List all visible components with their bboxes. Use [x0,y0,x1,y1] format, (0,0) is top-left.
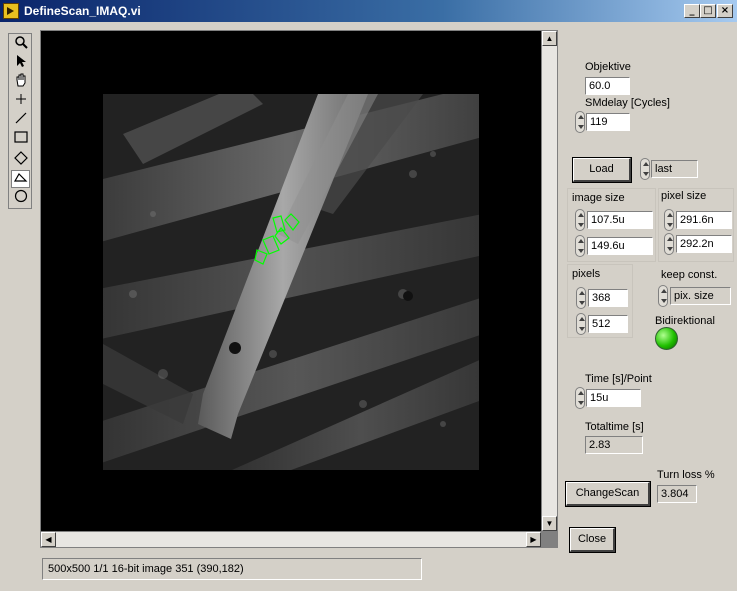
scroll-down-icon[interactable]: ▼ [542,516,557,531]
objektive-field[interactable]: 60.0 [585,77,630,95]
pixel-size-x-spinner-icon[interactable] [664,209,674,231]
image-size-y-field[interactable]: 149.6u [587,237,653,255]
time-spinner-icon[interactable] [575,387,585,409]
pixels-y-field[interactable]: 512 [588,315,628,333]
maximize-button[interactable]: □ [700,4,716,18]
keep-const-label: keep const. [661,269,718,281]
image-info-status: 500x500 1/1 16-bit image 351 (390,182) [42,558,422,580]
smdelay-label: SMdelay [Cycles] [585,97,670,109]
objektive-label: Objektive [585,61,631,73]
title-bar[interactable]: DefineScan_IMAQ.vi _ □ × [0,0,737,22]
smdelay-spinner-icon[interactable] [575,111,585,133]
point-icon[interactable] [11,92,30,110]
totaltime-display: 2.83 [585,436,643,454]
vertical-scrollbar[interactable]: ▲ ▼ [542,31,557,531]
oval-icon[interactable] [11,189,30,207]
horizontal-scrollbar[interactable]: ◀ ▶ [41,532,541,547]
window-title: DefineScan_IMAQ.vi [24,4,141,18]
rotated-rectangle-icon[interactable] [11,151,30,169]
time-per-point-label: Time [s]/Point [585,373,652,385]
arrow-icon[interactable] [11,54,30,72]
scroll-right-icon[interactable]: ▶ [526,532,541,547]
pixels-y-spinner-icon[interactable] [576,313,586,335]
close-window-button[interactable]: × [717,4,733,18]
rectangle-icon[interactable] [11,130,30,148]
pixels-x-spinner-icon[interactable] [576,287,586,309]
freehand-icon[interactable] [11,170,30,188]
image-size-y-spinner-icon[interactable] [575,235,585,257]
smdelay-field[interactable]: 119 [586,113,630,131]
changescan-button[interactable]: ChangeScan [565,481,651,507]
bidirektional-label: Bidirektional [655,315,715,327]
turn-loss-label: Turn loss % [657,469,715,481]
keep-const-select[interactable]: pix. size [670,287,731,305]
line-icon[interactable] [11,111,30,129]
image-canvas[interactable] [41,31,541,531]
pixels-label: pixels [572,268,601,280]
roi-tool-palette [8,33,32,209]
pixels-x-field[interactable]: 368 [588,289,628,307]
image-display[interactable]: ▲ ▼ ◀ ▶ [40,30,558,548]
pan-hand-icon[interactable] [11,73,30,91]
labview-vi-icon [3,3,19,19]
close-button[interactable]: Close [569,527,616,553]
image-size-label: image size [572,192,625,204]
image-size-x-field[interactable]: 107.5u [587,211,653,229]
load-button[interactable]: Load [572,157,632,183]
scroll-left-icon[interactable]: ◀ [41,532,56,547]
pixel-size-x-field[interactable]: 291.6n [676,211,732,229]
microscope-image [103,94,479,470]
bidirektional-led[interactable] [655,327,678,350]
image-size-x-spinner-icon[interactable] [575,209,585,231]
load-select[interactable]: last [651,160,698,178]
pixel-size-y-field[interactable]: 292.2n [676,235,732,253]
time-per-point-field[interactable]: 15u [586,389,641,407]
scroll-up-icon[interactable]: ▲ [542,31,557,46]
turn-loss-display: 3.804 [657,485,697,503]
load-select-spinner-icon[interactable] [640,158,650,180]
totaltime-label: Totaltime [s] [585,421,644,433]
minimize-button[interactable]: _ [684,4,700,18]
pixel-size-y-spinner-icon[interactable] [664,233,674,255]
pixel-size-label: pixel size [661,190,707,202]
keep-const-spinner-icon[interactable] [658,285,668,307]
zoom-icon[interactable] [11,35,30,53]
